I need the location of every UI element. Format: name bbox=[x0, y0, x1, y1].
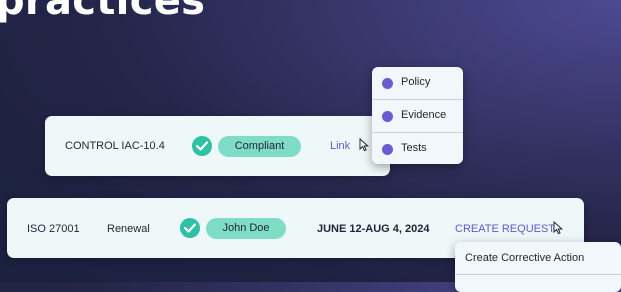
status-badge: Compliant bbox=[218, 136, 301, 157]
standard-name: ISO 27001 bbox=[27, 223, 80, 235]
pointer-cursor-icon bbox=[359, 137, 370, 157]
page-headline: practices bbox=[0, 0, 206, 24]
request-action-menu: Create Corrective Action bbox=[455, 242, 621, 292]
control-link[interactable]: Link bbox=[330, 140, 350, 152]
create-request-link[interactable]: CREATE REQUEST bbox=[455, 223, 555, 235]
control-card: CONTROL IAC-10.4 Compliant Link bbox=[45, 116, 390, 176]
control-id: CONTROL IAC-10.4 bbox=[65, 140, 165, 152]
check-icon bbox=[192, 136, 212, 156]
menu-item-create-corrective-action[interactable]: Create Corrective Action bbox=[465, 252, 584, 264]
menu-item-label: Policy bbox=[401, 76, 431, 88]
pointer-cursor-icon bbox=[553, 220, 564, 240]
bullet-icon bbox=[382, 111, 393, 122]
request-type: Renewal bbox=[107, 223, 150, 235]
link-dropdown-menu: Policy Evidence Tests bbox=[372, 67, 463, 164]
assignee-badge: John Doe bbox=[206, 218, 286, 239]
menu-item-tests[interactable]: Tests bbox=[372, 133, 463, 165]
menu-item-label: Tests bbox=[401, 142, 427, 154]
bullet-icon bbox=[382, 144, 393, 155]
menu-item-evidence[interactable]: Evidence bbox=[372, 100, 463, 132]
check-icon bbox=[180, 218, 200, 238]
date-range: JUNE 12-AUG 4, 2024 bbox=[317, 223, 430, 235]
menu-divider bbox=[455, 274, 621, 275]
bullet-icon bbox=[382, 78, 393, 89]
menu-item-label: Evidence bbox=[401, 109, 447, 121]
menu-item-policy[interactable]: Policy bbox=[372, 67, 463, 99]
